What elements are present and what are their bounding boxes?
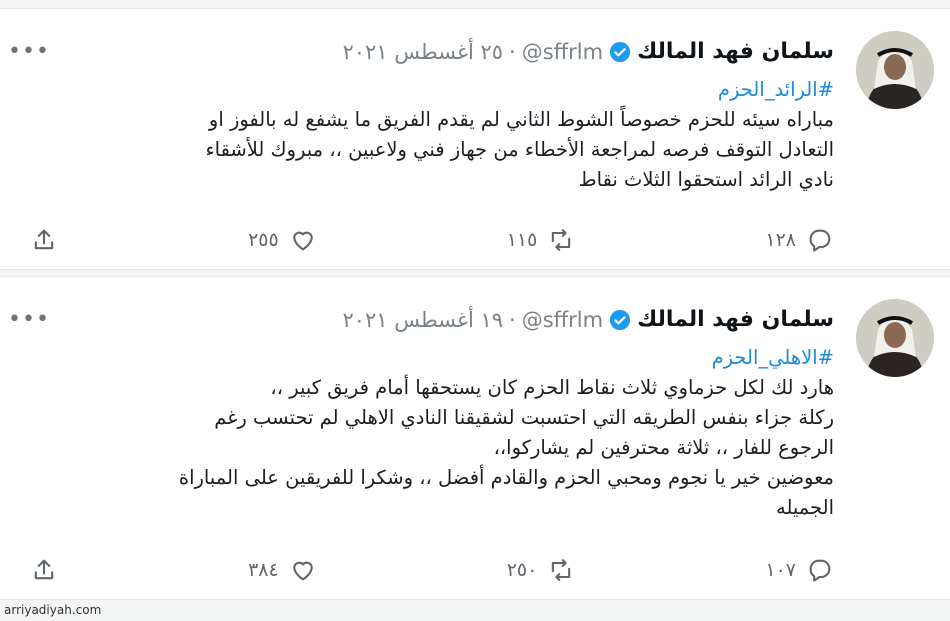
reply-count: ١٠٧ <box>765 559 796 581</box>
separator-dot: · <box>509 307 516 332</box>
hashtag-link[interactable]: #الاهلي_الحزم <box>16 343 834 373</box>
retweet-icon <box>547 556 575 584</box>
author-handle[interactable]: @sffrlm <box>522 308 603 332</box>
tweet-actions: ١٢٨ ١١٥ ٢٥٥ <box>30 223 834 257</box>
avatar[interactable] <box>856 299 934 377</box>
tweet-line: نادي الرائد استحقوا الثلاث نقاط <box>578 168 834 191</box>
tweet-line: الجميله <box>775 496 834 519</box>
retweet-icon <box>547 226 575 254</box>
tweet-line: معوضين خير يا نجوم ومحبي الحزم والقادم أ… <box>178 466 834 489</box>
tweet-line: مباراه سيئه للحزم خصوصاً الشوط الثاني لم… <box>208 108 834 131</box>
reply-icon <box>806 556 834 584</box>
share-icon <box>30 226 58 254</box>
separator-dot: · <box>509 39 516 64</box>
share-button[interactable] <box>30 226 58 254</box>
verified-badge-icon <box>609 309 631 331</box>
hashtag-link[interactable]: #الرائد_الحزم <box>16 75 834 105</box>
tweet-card[interactable]: سلمان فهد المالك @sffrlm · ٢٥ أغسطس ٢٠٢١… <box>0 8 950 270</box>
avatar[interactable] <box>856 31 934 109</box>
tweet-actions: ١٠٧ ٢٥٠ ٣٨٤ <box>30 553 834 587</box>
tweet-header: سلمان فهد المالك @sffrlm · ١٩ أغسطس ٢٠٢١ <box>342 307 834 332</box>
tweet-line: الرجوع للفار ،، ثلاثة محترفين لم يشاركوا… <box>493 436 834 459</box>
reply-button[interactable]: ١٠٧ <box>765 556 834 584</box>
like-button[interactable]: ٣٨٤ <box>248 556 317 584</box>
retweet-button[interactable]: ٢٥٠ <box>507 556 576 584</box>
author-name[interactable]: سلمان فهد المالك <box>637 307 834 332</box>
share-icon <box>30 556 58 584</box>
tweet-line: التعادل التوقف فرصه لمراجعة الأخطاء من ج… <box>205 138 834 161</box>
more-options-icon[interactable]: ••• <box>8 39 50 64</box>
author-name[interactable]: سلمان فهد المالك <box>637 39 834 64</box>
like-button[interactable]: ٢٥٥ <box>248 226 317 254</box>
retweet-button[interactable]: ١١٥ <box>507 226 576 254</box>
retweet-count: ٢٥٠ <box>506 559 538 581</box>
reply-button[interactable]: ١٢٨ <box>765 226 834 254</box>
tweet-date[interactable]: ٢٥ أغسطس ٢٠٢١ <box>342 40 503 64</box>
tweet-header: سلمان فهد المالك @sffrlm · ٢٥ أغسطس ٢٠٢١ <box>342 39 834 64</box>
tweet-text: #الاهلي_الحزم هارد لك لكل حزماوي ثلاث نق… <box>16 343 834 523</box>
tweet-line: هارد لك لكل حزماوي ثلاث نقاط الحزم كان ي… <box>270 376 834 399</box>
site-watermark: arriyadiyah.com <box>4 603 102 617</box>
author-handle[interactable]: @sffrlm <box>522 40 603 64</box>
tweet-line: ركلة جزاء بنفس الطريقه التي احتسبت لشقيق… <box>214 406 834 429</box>
reply-count: ١٢٨ <box>765 229 796 251</box>
like-count: ٢٥٥ <box>248 229 279 251</box>
reply-icon <box>806 226 834 254</box>
heart-icon <box>289 226 317 254</box>
more-options-icon[interactable]: ••• <box>8 307 50 332</box>
heart-icon <box>289 556 317 584</box>
tweet-card[interactable]: سلمان فهد المالك @sffrlm · ١٩ أغسطس ٢٠٢١… <box>0 276 950 600</box>
tweet-feed: سلمان فهد المالك @sffrlm · ٢٥ أغسطس ٢٠٢١… <box>0 8 950 600</box>
share-button[interactable] <box>30 556 58 584</box>
retweet-count: ١١٥ <box>506 229 538 251</box>
tweet-text: #الرائد_الحزم مباراه سيئه للحزم خصوصاً ا… <box>16 75 834 195</box>
like-count: ٣٨٤ <box>248 559 279 581</box>
verified-badge-icon <box>609 41 631 63</box>
tweet-date[interactable]: ١٩ أغسطس ٢٠٢١ <box>342 308 503 332</box>
